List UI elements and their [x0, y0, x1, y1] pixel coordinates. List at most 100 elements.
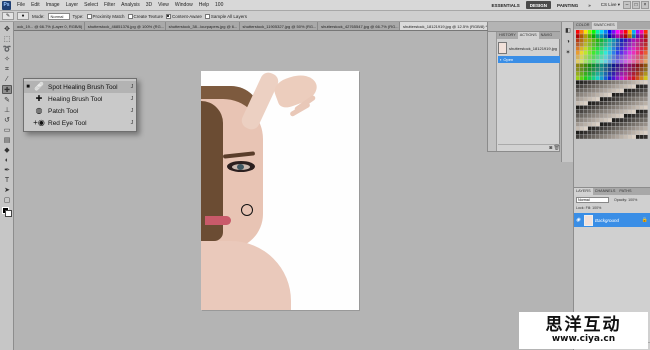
color-swatch[interactable]: [600, 97, 604, 101]
color-swatch[interactable]: [592, 122, 596, 127]
tab-channels[interactable]: CHANNELS: [593, 188, 618, 195]
color-swatch[interactable]: [612, 42, 616, 47]
zoom-level[interactable]: 100: [212, 2, 226, 8]
color-swatch[interactable]: [604, 55, 608, 59]
color-swatch[interactable]: [628, 46, 632, 51]
color-swatch[interactable]: [580, 72, 584, 76]
color-swatch[interactable]: [588, 42, 592, 47]
color-swatch[interactable]: [640, 55, 644, 59]
color-swatch[interactable]: [588, 59, 592, 64]
color-swatch[interactable]: [628, 101, 632, 106]
color-swatch[interactable]: [580, 114, 584, 118]
color-swatch[interactable]: [624, 118, 628, 122]
color-swatch[interactable]: [612, 80, 616, 85]
color-swatch[interactable]: [616, 114, 620, 118]
color-swatch[interactable]: [608, 42, 612, 47]
quick-select-tool-icon[interactable]: ✧: [2, 55, 12, 64]
color-swatch[interactable]: [604, 101, 608, 106]
dodge-tool-icon[interactable]: ◐: [2, 156, 12, 165]
color-swatch[interactable]: [608, 122, 612, 127]
color-swatch[interactable]: [612, 34, 616, 38]
color-swatch[interactable]: [616, 30, 620, 34]
color-swatch[interactable]: [632, 130, 636, 135]
color-swatch[interactable]: [628, 63, 632, 68]
color-swatch[interactable]: [584, 118, 588, 122]
color-swatch[interactable]: [616, 59, 620, 64]
color-swatch[interactable]: [616, 122, 620, 127]
color-swatch[interactable]: [588, 80, 592, 85]
color-swatch[interactable]: [644, 135, 648, 139]
color-swatch[interactable]: [640, 88, 644, 93]
color-swatch[interactable]: [632, 34, 636, 38]
color-swatch[interactable]: [612, 55, 616, 59]
color-swatch[interactable]: [640, 109, 644, 114]
color-swatch[interactable]: [608, 105, 612, 110]
color-swatch[interactable]: [628, 97, 632, 101]
color-swatch[interactable]: [644, 93, 648, 97]
color-swatch[interactable]: [608, 126, 612, 131]
color-swatch[interactable]: [640, 135, 644, 139]
color-swatch[interactable]: [632, 46, 636, 51]
color-swatch[interactable]: [580, 118, 584, 122]
color-swatch[interactable]: [576, 30, 580, 34]
color-swatch[interactable]: [596, 72, 600, 76]
color-swatch[interactable]: [580, 109, 584, 114]
color-swatch[interactable]: [596, 67, 600, 72]
color-swatch[interactable]: [612, 118, 616, 122]
color-swatch[interactable]: [584, 46, 588, 51]
color-swatch[interactable]: [620, 34, 624, 38]
color-swatch[interactable]: [588, 72, 592, 76]
color-swatch[interactable]: [584, 63, 588, 68]
color-swatch[interactable]: [592, 46, 596, 51]
color-swatch[interactable]: [588, 63, 592, 68]
color-swatch[interactable]: [644, 30, 648, 34]
color-swatch[interactable]: [576, 105, 580, 110]
color-swatch[interactable]: [600, 122, 604, 127]
color-swatch[interactable]: [604, 135, 608, 139]
color-swatch[interactable]: [604, 30, 608, 34]
color-swatch[interactable]: [620, 84, 624, 89]
color-swatch[interactable]: [576, 109, 580, 114]
color-swatch[interactable]: [604, 118, 608, 122]
color-swatch[interactable]: [612, 84, 616, 89]
color-swatch[interactable]: [644, 114, 648, 118]
color-swatch[interactable]: [596, 118, 600, 122]
color-swatch[interactable]: [600, 59, 604, 64]
color-swatch[interactable]: [620, 97, 624, 101]
tab-swatches[interactable]: SWATCHES: [591, 22, 617, 29]
color-swatch[interactable]: [600, 51, 604, 55]
color-swatch[interactable]: [592, 38, 596, 43]
background-color-swatch[interactable]: [5, 210, 12, 217]
color-swatch[interactable]: [584, 51, 588, 55]
color-swatch[interactable]: [636, 88, 640, 93]
color-swatch[interactable]: [636, 30, 640, 34]
color-swatch[interactable]: [588, 130, 592, 135]
color-swatch[interactable]: [620, 72, 624, 76]
color-swatch[interactable]: [608, 72, 612, 76]
color-swatch[interactable]: [632, 114, 636, 118]
menu-select[interactable]: Select: [81, 2, 101, 8]
color-swatch[interactable]: [588, 114, 592, 118]
color-swatch[interactable]: [624, 38, 628, 43]
menu-file[interactable]: File: [14, 2, 28, 8]
color-swatch[interactable]: [616, 130, 620, 135]
color-swatch[interactable]: [588, 109, 592, 114]
color-swatch[interactable]: [632, 38, 636, 43]
color-swatch[interactable]: [620, 30, 624, 34]
menu-view[interactable]: View: [155, 2, 172, 8]
color-swatch[interactable]: [616, 135, 620, 139]
color-swatch[interactable]: [588, 84, 592, 89]
color-swatch[interactable]: [636, 118, 640, 122]
color-swatch[interactable]: [592, 97, 596, 101]
document-tab[interactable]: shutterstock_38...lourpapers.jpg @ 6...×: [165, 22, 240, 30]
color-swatch[interactable]: [588, 118, 592, 122]
color-swatch[interactable]: [584, 59, 588, 64]
color-swatch[interactable]: [576, 42, 580, 47]
color-swatch[interactable]: [608, 38, 612, 43]
eyedropper-tool-icon[interactable]: ⁄: [2, 75, 12, 84]
color-swatch[interactable]: [584, 122, 588, 127]
history-snapshot[interactable]: shutterstock_18121919.jpg: [498, 41, 560, 55]
color-swatch[interactable]: [576, 55, 580, 59]
color-swatch[interactable]: [588, 67, 592, 72]
color-swatch[interactable]: [640, 80, 644, 85]
